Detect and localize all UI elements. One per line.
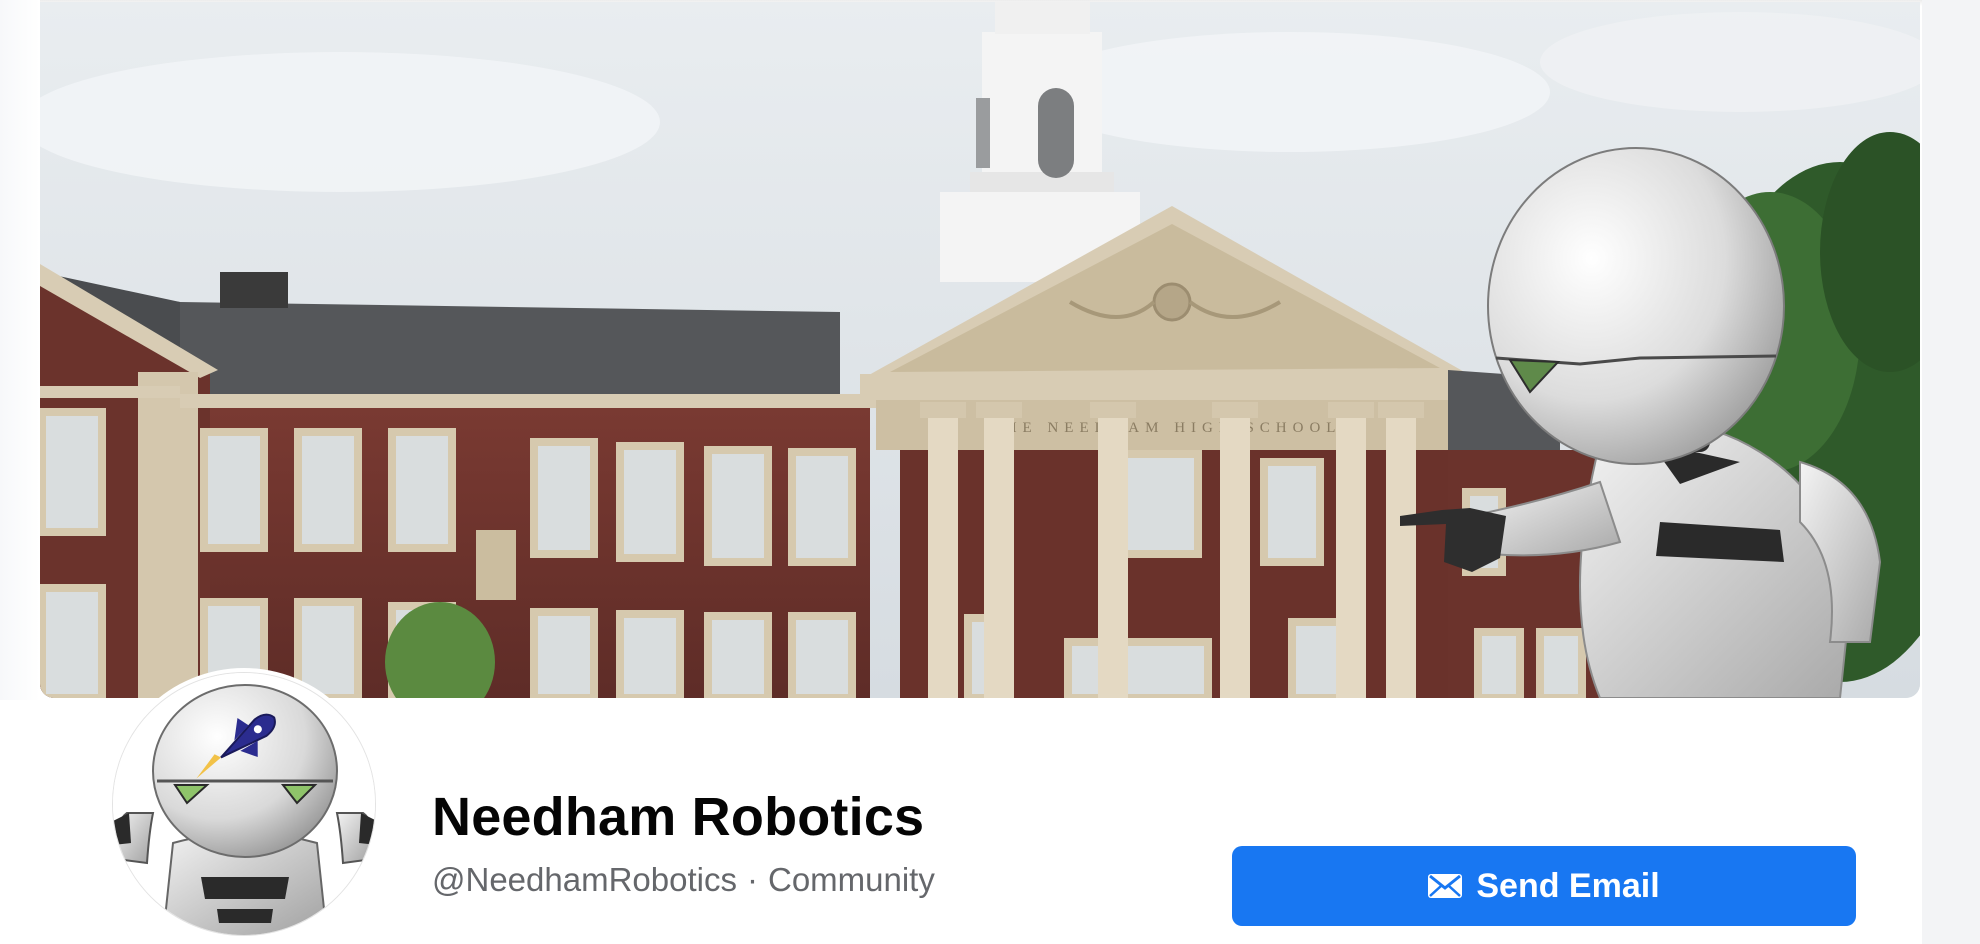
left-gutter [0, 0, 40, 700]
page-title: Needham Robotics [432, 787, 925, 847]
page-handle[interactable]: @NeedhamRobotics [432, 861, 737, 898]
send-email-button[interactable]: Send Email [1232, 846, 1856, 926]
separator-dot: · [746, 861, 758, 898]
right-gutter [1922, 0, 1980, 944]
envelope-icon [1428, 874, 1463, 898]
page-header: THE NEEDHAM HIGH SCHOOL Needham Robotics… [0, 0, 1980, 944]
cover-photo[interactable]: THE NEEDHAM HIGH SCHOOL [40, 2, 1920, 698]
page-subtitle: @NeedhamRobotics · Community [432, 858, 935, 902]
building-inscription: THE NEEDHAM HIGH SCHOOL [991, 420, 1342, 436]
profile-avatar[interactable] [112, 672, 376, 936]
page-category[interactable]: Community [768, 861, 935, 898]
send-email-label: Send Email [1476, 866, 1660, 905]
